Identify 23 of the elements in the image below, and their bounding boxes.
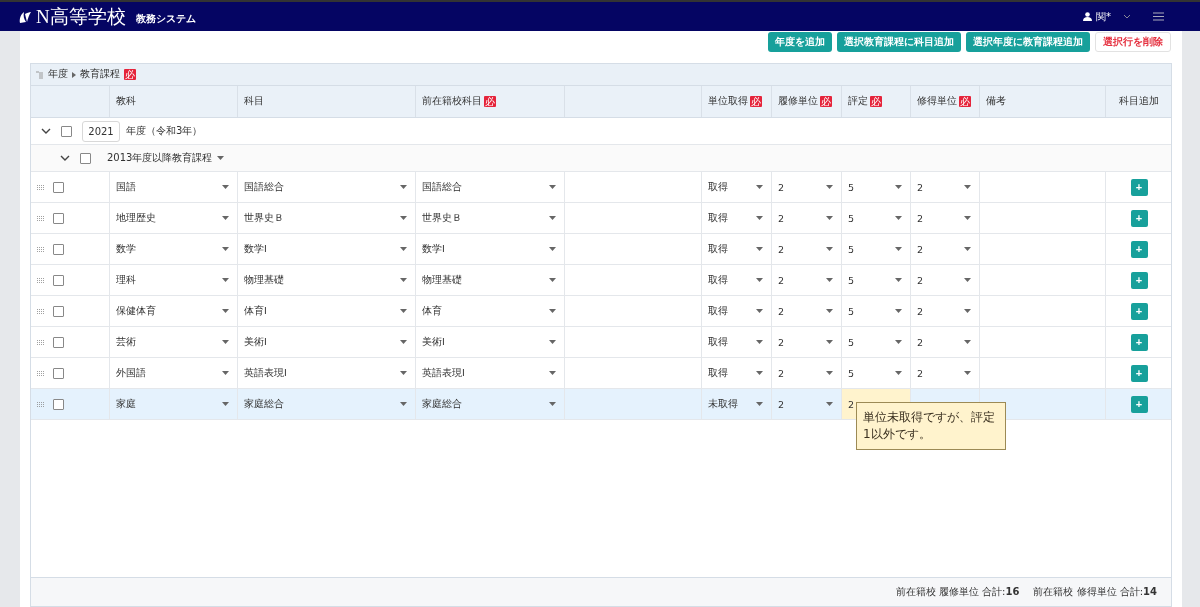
column-header: 備考	[986, 95, 1006, 108]
year-label: 年度（令和3年）	[126, 124, 203, 138]
required-badge: 必	[124, 69, 136, 80]
column-header: 履修単位	[778, 95, 818, 108]
total-text: 前在籍校 履修単位 合計:16	[895, 585, 1020, 599]
column-header: 前在籍校科目	[422, 95, 482, 108]
column-header: 科目	[244, 95, 264, 108]
required-badge: 必	[484, 96, 496, 107]
column-header: 評定	[848, 95, 868, 108]
total-text: 前在籍校 修得単位 合計:14	[1033, 585, 1157, 599]
system-title: 教務システム	[135, 12, 196, 26]
column-header: 教科	[116, 95, 136, 108]
required-badge: 必	[959, 96, 971, 107]
column-header: 単位取得	[708, 95, 748, 108]
column-header: 科目追加	[1119, 95, 1159, 108]
breadcrumb-item: 教育課程	[80, 68, 120, 81]
required-badge: 必	[870, 96, 882, 107]
warning-tooltip: 単位未取得ですが、評定1以外です。	[856, 402, 1006, 450]
required-badge: 必	[820, 96, 832, 107]
column-header: 修得単位	[917, 95, 957, 108]
breadcrumb-item: 年度	[48, 68, 68, 81]
school-logo: N高等学校	[36, 4, 126, 29]
required-badge: 必	[750, 96, 762, 107]
